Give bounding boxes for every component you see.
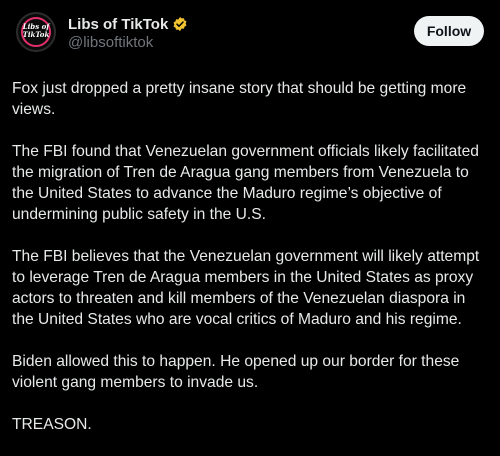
verified-badge-icon xyxy=(172,16,188,32)
name-row: Libs of TikTok xyxy=(68,14,188,34)
display-name[interactable]: Libs of TikTok xyxy=(68,16,168,33)
post-header: Libs of TikTok Libs of TikTok @libsoftik… xyxy=(16,12,484,56)
post-text: Fox just dropped a pretty insane story t… xyxy=(12,78,490,456)
avatar[interactable]: Libs of TikTok xyxy=(16,12,56,52)
post-paragraph: Fox just dropped a pretty insane story t… xyxy=(12,80,467,118)
post-paragraph: The FBI found that Venezuelan government… xyxy=(12,143,479,223)
post-paragraph: TREASON. xyxy=(12,416,92,433)
avatar-logo-text: Libs of TikTok xyxy=(22,22,50,39)
post-paragraph: The FBI believes that the Venezuelan gov… xyxy=(12,248,480,328)
post-paragraph: Biden allowed this to happen. He opened … xyxy=(12,353,460,391)
user-handle[interactable]: @libsoftiktok xyxy=(68,34,153,51)
post: Libs of TikTok Libs of TikTok @libsoftik… xyxy=(0,0,500,442)
follow-button[interactable]: Follow xyxy=(414,16,484,46)
